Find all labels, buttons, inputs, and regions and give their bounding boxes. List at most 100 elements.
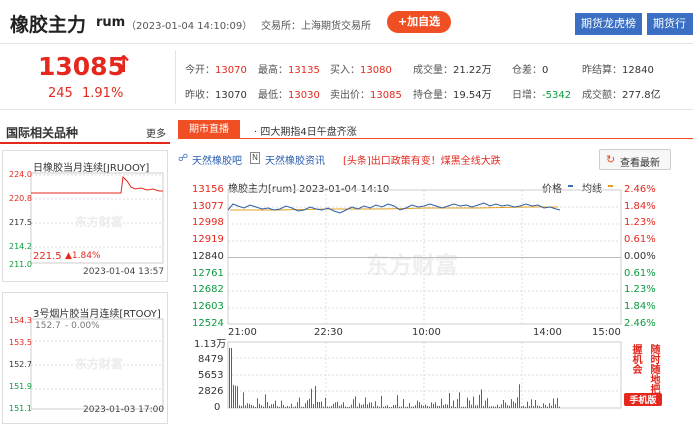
volume-bar: [341, 404, 342, 408]
exchange-label: 交易所：上海期货交易所: [261, 21, 371, 32]
stat-cell: 成交量：21.22万: [413, 65, 492, 76]
price-change: 245: [48, 86, 73, 101]
volume-bar: [401, 406, 402, 408]
intraday-chart: [227, 189, 622, 409]
volume-bar: [559, 406, 560, 408]
volume-bar: [381, 395, 382, 408]
volume-bar: [255, 406, 256, 408]
volume-bar: [479, 394, 480, 408]
volume-bar: [375, 401, 376, 408]
pct-tick: 2.46%: [624, 184, 656, 195]
sidebar-more-link[interactable]: 更多: [146, 125, 166, 140]
volume-bar: [365, 397, 366, 408]
card-time: 2023-01-03 17:00: [83, 405, 165, 415]
volume-bar: [299, 397, 300, 408]
volume-bar: [339, 405, 340, 408]
volume-bar: [539, 406, 540, 408]
stat-cell: 买入：13080: [330, 65, 392, 76]
volume-bar: [355, 396, 356, 408]
contract-name: 橡胶主力: [10, 14, 87, 36]
futures-more-button[interactable]: 期货行: [647, 13, 693, 35]
mini-watermark: 东方财富: [75, 215, 124, 229]
volume-bar: [359, 403, 360, 408]
mobile-promo-banner[interactable]: 随时随地把握机会 手机版: [624, 344, 662, 406]
volume-bar: [457, 399, 458, 408]
volume-bar: [301, 406, 302, 408]
price-tick: 13077: [192, 200, 224, 212]
volume-bar: [521, 406, 522, 408]
stat-cell: 今开：13070: [185, 65, 247, 76]
volume-bar: [453, 400, 454, 408]
volume-bar: [489, 406, 490, 408]
volume-bar: [391, 406, 392, 408]
header-bar: 橡胶主力 rum （2023-01-04 14:10:09） 交易所：上海期货交…: [0, 0, 693, 44]
time-label: 10:00: [412, 327, 441, 338]
volume-bar: [439, 406, 440, 408]
add-watchlist-button[interactable]: +加自选: [387, 11, 451, 33]
pct-tick: 0.61%: [624, 267, 656, 279]
volume-bar: [455, 406, 456, 408]
price-tick: 12919: [192, 234, 224, 246]
price-tick: 12682: [192, 284, 224, 296]
price-tick: 12524: [192, 317, 224, 329]
pct-tick: 1.84%: [624, 200, 656, 212]
volume-bar: [443, 405, 444, 408]
volume-bar: [297, 402, 298, 408]
volume-bar: [273, 404, 274, 408]
volume-bars: [229, 348, 560, 408]
volume-tick: 5653: [198, 370, 224, 381]
sidebar: 国际相关品种 更多 日橡胶当月连续[JRUOOY] 224.0 220.8 21…: [0, 118, 172, 427]
volume-bar: [271, 404, 272, 408]
volume-bar: [275, 400, 276, 408]
pct-tick: 1.84%: [624, 300, 656, 312]
volume-bar: [373, 406, 374, 408]
volume-bar: [405, 406, 406, 408]
volume-bar: [265, 394, 266, 408]
volume-bar: [235, 385, 236, 408]
volume-bar: [327, 406, 328, 408]
chart-card-jruooy[interactable]: 日橡胶当月连续[JRUOOY] 224.0 220.8 217.5 214.2 …: [2, 150, 168, 282]
volume-bar: [545, 405, 546, 408]
futures-rank-button[interactable]: 期货龙虎榜: [575, 13, 642, 35]
chart-card-rtooy[interactable]: 3号烟片胶当月连续[RTOOY] 154.3 153.5 152.7 151.9…: [2, 292, 168, 424]
volume-bar: [389, 406, 390, 408]
volume-bar: [307, 400, 308, 408]
volume-bar: [471, 404, 472, 408]
volume-bar: [263, 406, 264, 408]
volume-bar: [511, 399, 512, 408]
stat-cell: 最高：13135: [258, 65, 320, 76]
volume-bar: [503, 399, 504, 408]
volume-bar: [315, 386, 316, 408]
volume-bar: [371, 402, 372, 408]
volume-bar: [501, 404, 502, 408]
up-arrow-icon: ↑: [114, 52, 134, 78]
volume-bar: [395, 404, 396, 408]
volume-bar: [351, 404, 352, 408]
volume-bar: [415, 405, 416, 408]
volume-bar: [475, 405, 476, 408]
volume-bar: [497, 404, 498, 408]
volume-bar: [259, 403, 260, 408]
pct-tick: 2.46%: [624, 317, 656, 329]
volume-bar: [343, 402, 344, 408]
price-tick: 12998: [192, 217, 224, 229]
volume-bar: [477, 405, 478, 408]
price-tick: 12840: [192, 250, 224, 262]
card-change: - 0.00%: [65, 321, 100, 331]
volume-bar: [281, 400, 282, 408]
time-label: 22:30: [314, 327, 343, 338]
volume-bar: [437, 405, 438, 408]
volume-bar: [403, 399, 404, 408]
volume-bar: [527, 401, 528, 408]
volume-bar: [451, 406, 452, 408]
volume-bar: [481, 389, 482, 408]
stat-cell: 最低：13030: [258, 90, 320, 101]
card-time: 2023-01-04 13:57: [83, 267, 165, 277]
volume-bar: [413, 406, 414, 408]
volume-bar: [357, 406, 358, 408]
volume-bar: [435, 402, 436, 408]
volume-bar: [295, 406, 296, 408]
volume-bar: [241, 405, 242, 408]
volume-bar: [555, 404, 556, 408]
volume-bar: [289, 406, 290, 408]
